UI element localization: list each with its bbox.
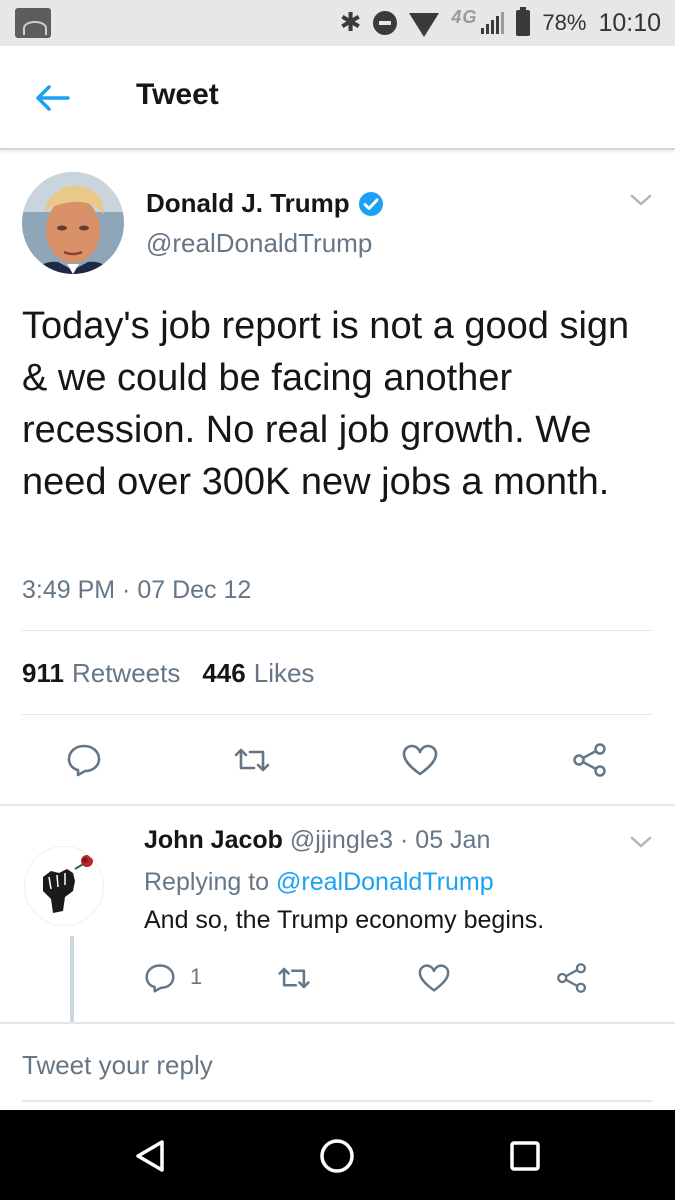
retweet-icon — [278, 967, 310, 989]
reply-author-name[interactable]: John Jacob — [144, 826, 283, 854]
reply-actions: 1 — [0, 958, 675, 998]
retweets-count: 911 — [22, 658, 64, 688]
signal-icon — [481, 12, 505, 34]
author-name-row[interactable]: Donald J. Trump — [146, 188, 384, 219]
system-navigation-bar — [0, 1110, 675, 1200]
chevron-down-icon — [630, 194, 652, 206]
share-icon — [573, 743, 606, 777]
author-name: Donald J. Trump — [146, 188, 350, 218]
wifi-icon — [409, 13, 440, 37]
retweet-button[interactable] — [232, 740, 272, 780]
reply-like-button[interactable] — [414, 958, 454, 998]
page-title: Tweet — [136, 78, 219, 111]
reply-text: And so, the Trump economy begins. — [144, 906, 545, 934]
verified-badge-icon — [358, 191, 383, 216]
fist-rose-avatar-image — [25, 847, 103, 925]
likes-stat[interactable]: 446 Likes — [202, 658, 314, 689]
battery-percent: 78% — [542, 10, 587, 35]
reply-handle-date: @jjingle3 · 05 Jan — [289, 826, 491, 854]
reply-compose-input[interactable]: Tweet your reply — [22, 1050, 213, 1081]
replying-to-line: Replying to @realDonaldTrump — [144, 868, 494, 897]
reply-menu-button[interactable] — [629, 834, 653, 855]
reply-icon — [67, 744, 101, 777]
author-handle[interactable]: @realDonaldTrump — [146, 228, 372, 259]
clock: 10:10 — [598, 8, 661, 37]
nav-back-button[interactable] — [130, 1136, 170, 1176]
avatar-image — [22, 172, 124, 274]
retweets-label: Retweets — [71, 658, 181, 688]
like-icon — [418, 964, 450, 992]
reply-button[interactable] — [64, 740, 104, 780]
do-not-disturb-icon — [373, 11, 398, 35]
divider — [22, 630, 652, 631]
network-type: 4G — [451, 6, 478, 27]
share-icon — [557, 963, 587, 993]
reply-tweet[interactable]: John Jacob @jjingle3 · 05 Jan Replying t… — [0, 808, 675, 1022]
retweet-icon — [234, 748, 270, 772]
reply-icon — [145, 964, 175, 993]
tweet-actions — [0, 740, 675, 782]
divider — [0, 1022, 675, 1024]
bluetooth-icon: ✱ — [339, 8, 362, 38]
back-triangle-icon — [136, 1140, 164, 1172]
replying-prefix: Replying to — [144, 868, 270, 896]
reply-share-button[interactable] — [552, 958, 592, 998]
reply-reply-button[interactable] — [140, 958, 180, 998]
tweet-stats: 911 Retweets 446 Likes — [22, 658, 314, 689]
reply-count: 1 — [190, 964, 203, 989]
reply-author-avatar[interactable] — [24, 846, 104, 926]
top-app-bar: Tweet — [0, 46, 675, 150]
author-avatar[interactable] — [22, 172, 124, 274]
siriusxm-app-icon — [15, 8, 51, 38]
chevron-down-icon — [630, 836, 652, 848]
reply-header: John Jacob @jjingle3 · 05 Jan — [144, 826, 490, 855]
divider — [0, 804, 675, 806]
nav-recents-button[interactable] — [505, 1136, 545, 1176]
likes-label: Likes — [253, 658, 315, 688]
compose-underline — [22, 1100, 652, 1102]
tweet-timestamp[interactable]: 3:49 PM · 07 Dec 12 — [22, 576, 251, 605]
share-button[interactable] — [570, 740, 610, 780]
like-button[interactable] — [400, 740, 440, 780]
likes-count: 446 — [202, 658, 246, 688]
back-button[interactable] — [28, 76, 76, 120]
status-bar: ✱ 4G 78% 10:10 — [0, 0, 675, 46]
reply-retweet-button[interactable] — [274, 958, 314, 998]
arrow-left-icon — [36, 85, 70, 111]
divider — [22, 714, 652, 715]
like-icon — [402, 744, 438, 776]
retweets-stat[interactable]: 911 Retweets — [22, 658, 180, 689]
nav-home-button[interactable] — [317, 1136, 357, 1176]
tweet-text: Today's job report is not a good sign & … — [22, 305, 630, 503]
replying-to-mention[interactable]: @realDonaldTrump — [276, 868, 494, 896]
home-circle-icon — [320, 1139, 354, 1173]
battery-icon — [516, 7, 531, 36]
recents-square-icon — [510, 1141, 540, 1171]
tweet-menu-button[interactable] — [629, 192, 653, 213]
